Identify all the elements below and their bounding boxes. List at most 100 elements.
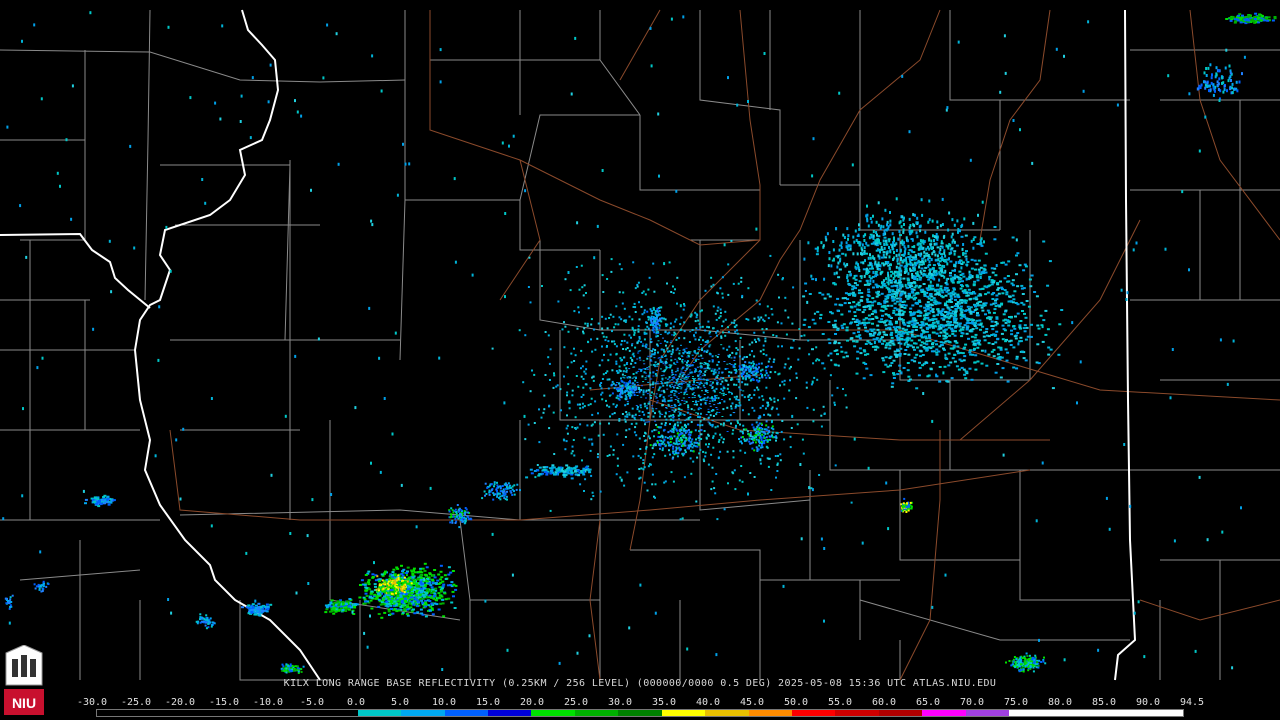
echo-pixel	[948, 274, 952, 277]
echo-pixel	[898, 253, 901, 257]
echo-pixel	[671, 348, 674, 351]
echo-pixel	[925, 340, 929, 343]
echo-pixel	[761, 404, 764, 407]
echo-pixel	[634, 426, 637, 429]
echo-pixel	[741, 436, 744, 438]
echo-pixel	[704, 403, 707, 405]
echo-pixel	[600, 387, 603, 390]
echo-pixel	[674, 399, 677, 400]
echo-pixel	[910, 331, 914, 333]
echo-pixel	[917, 242, 920, 246]
echo-pixel	[899, 220, 902, 224]
echo-pixel	[872, 286, 875, 289]
echo-pixel	[630, 422, 633, 425]
echo-pixel	[1013, 335, 1017, 338]
echo-pixel	[979, 300, 982, 303]
echo-pixel	[859, 299, 863, 302]
echo-pixel	[1019, 320, 1023, 322]
echo-pixel	[728, 363, 731, 365]
echo-pixel	[736, 348, 739, 351]
echo-pixel	[889, 211, 891, 214]
echo-pixel	[695, 500, 698, 503]
echo-pixel	[980, 306, 984, 309]
echo-pixel	[895, 297, 899, 300]
echo-pixel	[645, 397, 647, 399]
echo-pixel	[911, 317, 915, 320]
echo-pixel	[979, 328, 982, 331]
echo-pixel	[891, 342, 895, 345]
echo-pixel	[681, 432, 684, 435]
echo-pixel	[654, 349, 657, 351]
echo-pixel	[893, 251, 895, 254]
echo-pixel	[667, 442, 670, 445]
echo-pixel	[693, 371, 696, 373]
echo-pixel	[656, 400, 659, 402]
echo-pixel	[705, 390, 708, 392]
echo-pixel	[847, 234, 850, 238]
echo-pixel	[493, 485, 495, 488]
echo-pixel	[649, 444, 652, 447]
echo-pixel	[686, 393, 689, 395]
echo-pixel	[968, 274, 972, 276]
echo-pixel	[709, 423, 712, 426]
echo-pixel	[936, 313, 940, 316]
echo-pixel	[654, 420, 657, 422]
echo-pixel	[930, 318, 934, 321]
echo-pixel	[616, 387, 618, 390]
echo-pixel	[703, 362, 706, 363]
echo-pixel	[608, 317, 611, 319]
echo-pixel	[981, 200, 984, 204]
echo-pixel	[601, 398, 604, 401]
echo-pixel	[553, 453, 556, 455]
echo-pixel	[621, 340, 623, 342]
echo-pixel	[858, 347, 862, 350]
echo-pixel	[858, 227, 861, 231]
echo-pixel	[938, 251, 941, 255]
echo-pixel	[984, 293, 988, 296]
echo-pixel	[633, 376, 636, 378]
echo-pixel	[881, 285, 884, 289]
echo-pixel	[699, 412, 702, 415]
echo-pixel	[692, 357, 694, 359]
echo-pixel	[857, 331, 860, 334]
echo-pixel	[712, 409, 714, 410]
echo-pixel	[459, 513, 462, 516]
echo-pixel	[677, 400, 680, 402]
echo-pixel	[559, 388, 562, 391]
echo-pixel	[642, 459, 645, 462]
echo-pixel	[712, 381, 714, 384]
echo-pixel	[941, 264, 944, 268]
echo-pixel	[902, 277, 906, 280]
echo-pixel	[615, 353, 618, 356]
echo-pixel	[992, 355, 996, 358]
echo-pixel	[913, 335, 917, 338]
echo-pixel	[578, 288, 581, 291]
echo-pixel	[877, 248, 879, 252]
echo-pixel	[661, 382, 663, 385]
echo-pixel	[740, 440, 742, 443]
echo-pixel	[762, 344, 765, 347]
echo-pixel	[847, 237, 849, 241]
echo-pixel	[572, 439, 575, 441]
echo-pixel	[722, 392, 725, 395]
echo-pixel	[762, 353, 765, 355]
radar-map	[0, 9, 1280, 681]
echo-pixel	[703, 382, 706, 384]
echo-pixel	[969, 292, 973, 294]
echo-pixel	[806, 300, 809, 304]
county-line	[20, 140, 86, 241]
echo-pixel	[1011, 279, 1015, 282]
echo-pixel	[580, 367, 582, 370]
echo-pixel	[601, 378, 604, 380]
echo-pixel	[767, 317, 770, 320]
echo-pixel	[682, 444, 685, 447]
echo-pixel	[540, 416, 543, 419]
echo-pixel	[1027, 305, 1031, 308]
echo-pixel	[963, 346, 967, 349]
echo-pixel	[917, 286, 921, 289]
county-line	[639, 115, 760, 191]
echo-pixel	[708, 411, 711, 413]
echo-pixel	[760, 362, 763, 365]
echo-pixel	[965, 332, 969, 335]
echo-pixel	[881, 357, 885, 360]
